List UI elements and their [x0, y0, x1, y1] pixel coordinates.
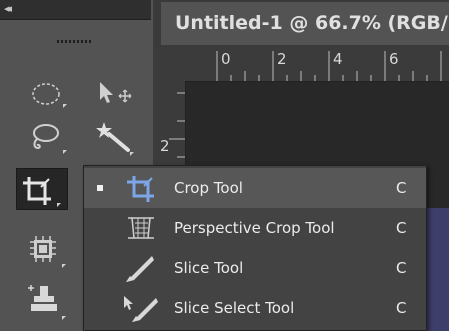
- slice-select-icon: [124, 296, 158, 322]
- menu-item-shortcut: C: [396, 299, 407, 317]
- clone-stamp-tool[interactable]: [24, 282, 74, 322]
- move-tool[interactable]: [92, 74, 142, 114]
- menu-item-slice-tool[interactable]: Slice Tool C: [84, 248, 426, 288]
- panel-grip[interactable]: [57, 40, 93, 43]
- menu-item-shortcut: C: [396, 219, 407, 237]
- ruler-label: 6: [389, 50, 399, 68]
- move-tool-icon: [100, 82, 132, 103]
- crop-tools-flyout: Crop Tool C Perspective Crop Tool C Slic…: [83, 165, 427, 331]
- document-tab[interactable]: Untitled-1 @ 66.7% (RGB/: [161, 2, 449, 45]
- menu-item-crop-tool[interactable]: Crop Tool C: [84, 168, 426, 208]
- menu-item-label: Slice Tool: [174, 259, 244, 277]
- crop-tool-icon: [127, 176, 154, 202]
- menu-item-slice-select-tool[interactable]: Slice Select Tool C: [84, 288, 426, 328]
- collapse-panel-button[interactable]: ◂◂: [4, 1, 22, 17]
- document-tab-bar: Untitled-1 @ 66.7% (RGB/: [155, 0, 449, 48]
- ruler-label: 2: [277, 50, 287, 68]
- menu-item-perspective-crop-tool[interactable]: Perspective Crop Tool C: [84, 208, 426, 248]
- ruler-label: 0: [221, 50, 231, 68]
- crop-icon: [23, 177, 61, 207]
- slice-tool-icon: [126, 256, 154, 282]
- ruler-label: 4: [333, 50, 343, 68]
- horizontal-ruler[interactable]: 0 2 4 6: [155, 47, 449, 82]
- menu-item-shortcut: C: [396, 179, 407, 197]
- eyedropper-icon: [30, 236, 66, 268]
- lasso-tool[interactable]: [24, 118, 74, 158]
- eyedropper-tool[interactable]: [24, 232, 74, 272]
- elliptical-marquee-icon: [32, 83, 67, 108]
- menu-item-label: Crop Tool: [174, 179, 243, 197]
- ruler-label: 2: [160, 137, 170, 155]
- menu-item-shortcut: C: [396, 259, 407, 277]
- perspective-crop-icon: [128, 217, 154, 239]
- tools-panel-header[interactable]: ◂◂: [0, 0, 151, 20]
- crop-tool[interactable]: [16, 168, 68, 210]
- selected-bullet: [97, 185, 103, 191]
- menu-item-label: Slice Select Tool: [174, 299, 295, 317]
- menu-item-label: Perspective Crop Tool: [174, 219, 335, 237]
- magic-wand-icon: [96, 122, 134, 156]
- clone-stamp-icon: [28, 285, 66, 320]
- lasso-icon: [33, 124, 67, 154]
- magic-wand-tool[interactable]: [90, 118, 140, 158]
- elliptical-marquee-tool[interactable]: [26, 74, 76, 114]
